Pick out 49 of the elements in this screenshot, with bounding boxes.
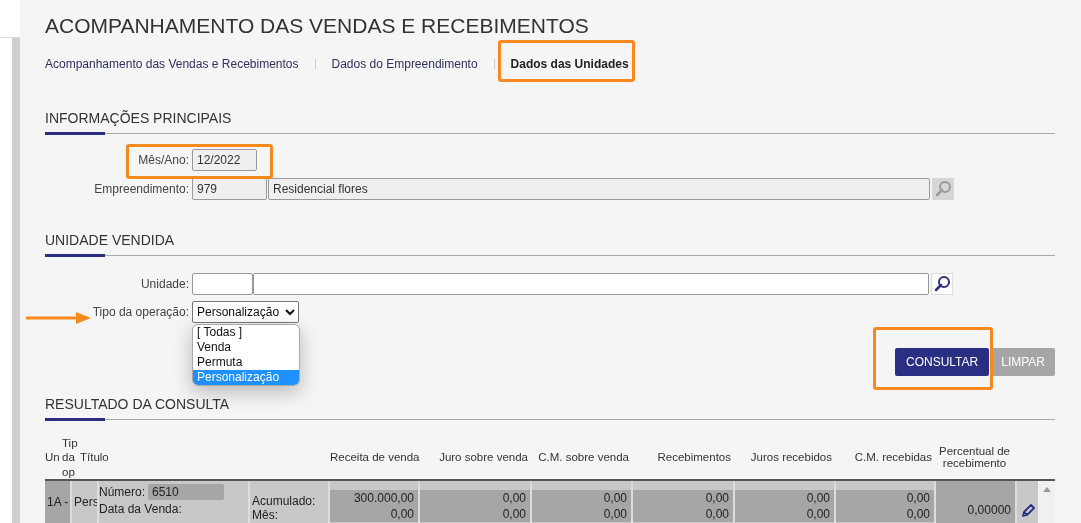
search-button[interactable]: CONSULTAR — [894, 347, 990, 376]
search-button[interactable] — [931, 272, 953, 295]
tab[interactable]: Acompanhamento das Vendas e Recebimentos — [45, 48, 315, 80]
dropdown-option[interactable]: Venda — [193, 339, 299, 355]
readonly-field: Residencial flores — [268, 177, 930, 200]
pointer-arrow — [26, 311, 92, 325]
table-cell: 0,00 — [633, 489, 733, 506]
dropdown-option[interactable]: [ Todas ] — [193, 324, 299, 340]
table-cell: 0,00 — [836, 489, 934, 506]
field-label: Mês/Ano: — [138, 152, 190, 167]
column-header: Un — [45, 450, 61, 465]
table-cell: 0,00 — [420, 489, 530, 506]
table-cell: 300.000,00 — [330, 489, 418, 506]
table-cell: 0,00 — [532, 489, 631, 506]
scroll-up-icon[interactable] — [1042, 486, 1051, 492]
column-header: Percentual de recebimento — [938, 445, 1011, 470]
section-title: UNIDADE VENDIDA — [45, 231, 176, 250]
column-header: Tip da op — [62, 435, 79, 479]
column-header: Recebimentos — [656, 451, 732, 464]
column-header: C.M. sobre venda — [537, 451, 630, 464]
operation-dropdown[interactable]: Personalização — [192, 300, 299, 323]
field-label: Tipo da operação: — [92, 304, 190, 319]
field-label: Empreendimento: — [94, 181, 190, 196]
input-field[interactable] — [192, 272, 253, 295]
field-label: Unidade: — [140, 276, 190, 291]
field-label: Data da Venda: — [99, 501, 183, 516]
input-field[interactable] — [253, 272, 929, 295]
page-title: ACOMPANHAMENTO DAS VENDAS E RECEBIMENTOS — [45, 14, 590, 38]
column-header: Juros recebidos — [749, 451, 833, 464]
field-label: Acumulado: — [252, 493, 317, 508]
table-cell: 1A - — [45, 480, 72, 523]
table-cell: 0,00 — [735, 489, 834, 506]
table-cell: 6510 — [148, 483, 224, 500]
chevron-down-icon — [285, 307, 295, 316]
readonly-field: 979 — [192, 177, 267, 200]
column-header: Título — [80, 451, 110, 464]
section-title: RESULTADO DA CONSULTA — [45, 395, 231, 414]
tab[interactable]: Dados das Unidades — [494, 48, 645, 80]
column-header: C.M. recebidas — [853, 451, 933, 464]
column-header: Receita de venda — [330, 451, 420, 464]
edit-icon[interactable] — [1019, 502, 1036, 519]
field-label: Mês: — [252, 507, 279, 522]
tab[interactable]: Dados do Empreendimento — [315, 48, 494, 80]
readonly-field: 12/2022 — [192, 148, 257, 171]
table-cell-text: 0,00000 — [967, 502, 1011, 519]
dropdown-option[interactable]: Permuta — [193, 354, 299, 370]
field-label: Número: — [99, 484, 145, 499]
section-title: INFORMAÇÕES PRINCIPAIS — [45, 110, 233, 128]
column-header: Juro sobre venda — [438, 451, 529, 464]
